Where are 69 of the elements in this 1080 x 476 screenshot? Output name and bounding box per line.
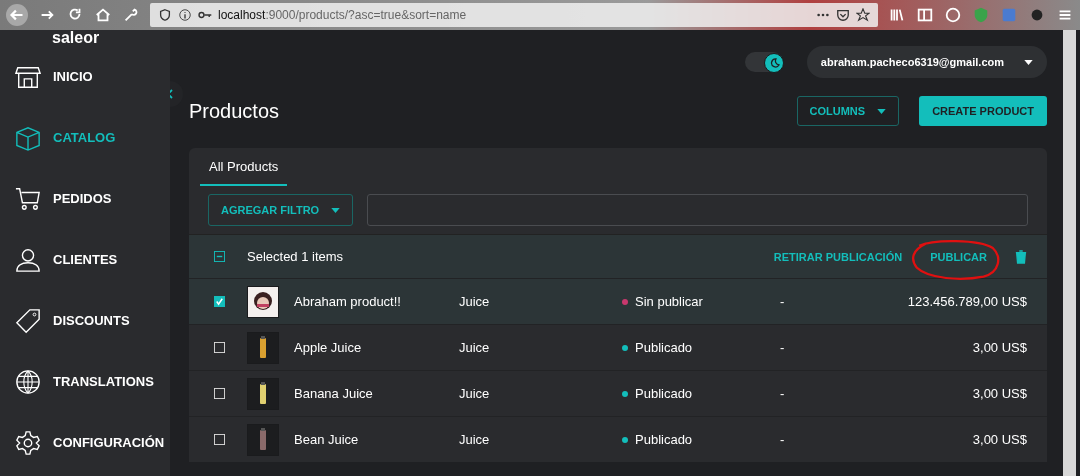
price: 3,00 US$ [972, 432, 1027, 447]
caret-icon [877, 108, 887, 114]
product-name: Apple Juice [294, 340, 363, 355]
product-row[interactable]: Banana Juice Juice Publicado - 3,00 US$ [189, 370, 1047, 416]
sidebar-icon[interactable] [916, 6, 934, 24]
price: 123.456.789,00 US$ [907, 294, 1027, 309]
status-text: Publicado [635, 386, 693, 401]
sidebar-item[interactable]: INICIO [15, 46, 170, 107]
price: 3,00 US$ [972, 386, 1027, 401]
tag-icon [15, 307, 41, 334]
row-checkbox[interactable] [214, 296, 225, 307]
availability: - [780, 386, 786, 401]
tab[interactable]: All Products [200, 148, 288, 186]
extension-icon[interactable] [944, 6, 962, 24]
product-row[interactable]: Bean Juice Juice Publicado - 3,00 US$ [189, 416, 1047, 462]
logo: saleor [52, 30, 100, 46]
search-field[interactable] [367, 194, 1028, 226]
globe-icon [15, 368, 41, 395]
sidebar-item[interactable]: CLIENTES [15, 229, 170, 290]
row-checkbox[interactable] [214, 388, 225, 399]
row-checkbox[interactable] [214, 342, 225, 353]
add-filter-button[interactable]: AGREGAR FILTRO [208, 194, 354, 226]
status-text: Publicado [635, 340, 693, 355]
shield-icon [158, 8, 172, 22]
sidebar-item[interactable]: PEDIDOS [15, 168, 170, 229]
back-icon[interactable] [6, 4, 28, 26]
status-text: Publicado [635, 432, 693, 447]
trash-icon[interactable] [1015, 249, 1027, 264]
selection-count: Selected 1 items [247, 249, 344, 264]
url-text: localhost:9000/products/?asc=true&sort=name [218, 8, 467, 22]
product-name: Abraham product!! [294, 294, 402, 309]
status-text: Sin publicar [635, 294, 703, 309]
availability: - [780, 294, 786, 309]
info-icon [178, 8, 192, 22]
library-icon[interactable] [888, 6, 906, 24]
product-type: Juice [459, 432, 491, 447]
gear-icon [15, 429, 41, 456]
pocket-icon[interactable] [836, 8, 850, 22]
columns-button[interactable]: COLUMNS [796, 96, 900, 126]
row-checkbox[interactable] [214, 434, 225, 445]
user-menu[interactable]: abraham.pacheco6319@gmail.com [806, 46, 1047, 78]
availability: - [780, 340, 786, 355]
product-row[interactable]: Abraham product!! Juice Sin publicar - 123.456.789,00 US$ [189, 278, 1047, 324]
product-type: Juice [459, 340, 491, 355]
dark-mode-toggle[interactable] [744, 52, 783, 72]
home-icon[interactable] [94, 6, 112, 24]
sidebar-item[interactable]: DISCOUNTS [15, 290, 170, 351]
product-row[interactable]: Apple Juice Juice Publicado - 3,00 US$ [189, 324, 1047, 370]
select-all-checkbox[interactable] [214, 251, 225, 262]
caret-icon [331, 207, 341, 213]
sidebar-item[interactable]: CONFIGURACIÓN [15, 412, 170, 473]
sidebar-item[interactable]: TRANSLATIONS [15, 351, 170, 412]
product-type: Juice [459, 386, 491, 401]
star-icon[interactable] [856, 8, 870, 22]
box-icon [15, 124, 41, 151]
product-type: Juice [459, 294, 491, 309]
sidebar-item[interactable]: CATALOG [15, 107, 170, 168]
unpublish-button[interactable]: RETIRAR PUBLICACIÓN [773, 250, 903, 263]
publish-button[interactable]: PUBLICAR [922, 244, 995, 269]
cart-icon [15, 185, 41, 212]
product-name: Banana Juice [294, 386, 374, 401]
price: 3,00 US$ [972, 340, 1027, 355]
availability: - [780, 432, 786, 447]
caret-icon [1024, 59, 1033, 65]
address-bar[interactable]: localhost:9000/products/?asc=true&sort=name [150, 3, 878, 27]
user-icon [15, 246, 41, 273]
create-product-button[interactable]: CREATE PRODUCT [919, 96, 1047, 126]
product-name: Bean Juice [294, 432, 360, 447]
page-title: Productos [189, 99, 280, 123]
